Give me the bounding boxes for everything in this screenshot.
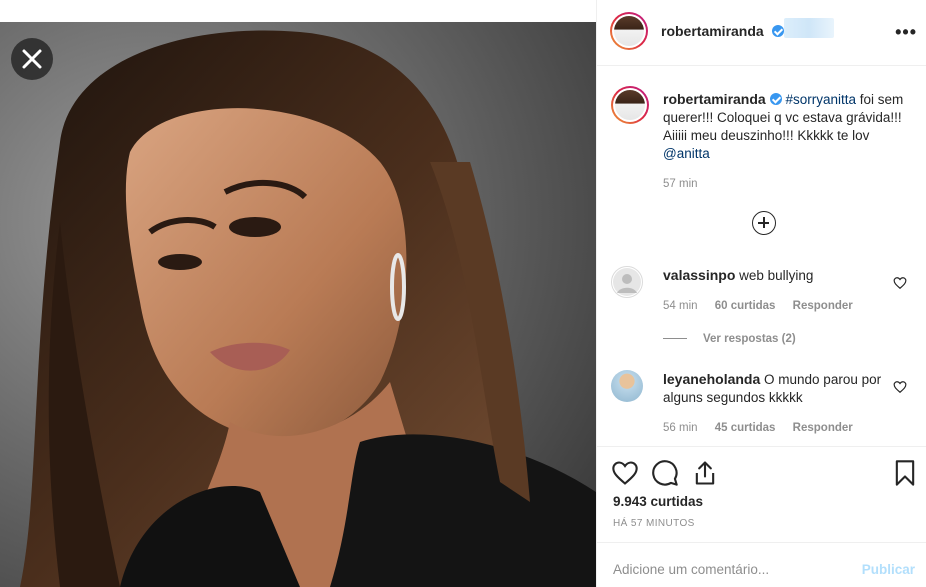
default-avatar-icon	[613, 268, 641, 296]
close-button[interactable]	[11, 38, 53, 80]
share-icon[interactable]	[691, 459, 719, 487]
comment-body: web bullying	[739, 268, 814, 283]
post-actions: 9.943 curtidas HÁ 57 MINUTOS	[597, 446, 926, 542]
reply-button[interactable]: Responder	[793, 422, 853, 434]
caption-text: robertamiranda #sorryanitta foi sem quer…	[663, 90, 918, 163]
add-comment-bar: Adicione um comentário... Publicar	[597, 542, 926, 587]
caption-avatar[interactable]	[611, 86, 649, 124]
mention-link[interactable]: @anitta	[663, 146, 710, 161]
view-replies-button[interactable]: Ver respostas (2)	[663, 333, 796, 345]
post-details-panel: robertamiranda • ••• robertamiranda #sor…	[596, 0, 926, 587]
post-header: robertamiranda • •••	[597, 0, 926, 66]
comment-avatar[interactable]	[611, 266, 643, 298]
author-username[interactable]: robertamiranda	[661, 23, 764, 39]
author-avatar[interactable]	[610, 12, 648, 50]
close-icon	[22, 49, 42, 69]
comment-username[interactable]: leyaneholanda	[663, 371, 760, 387]
comment-avatar[interactable]	[611, 370, 643, 402]
portrait-image	[0, 22, 596, 587]
plus-circle-icon[interactable]	[752, 211, 776, 235]
likes-count[interactable]: 9.943 curtidas	[613, 494, 703, 509]
comment-meta: 56 min 45 curtidas Responder	[663, 422, 867, 434]
comment-time: 56 min	[663, 422, 698, 434]
comment-username[interactable]: valassinpo	[663, 267, 735, 283]
post-modal: robertamiranda • ••• robertamiranda #sor…	[0, 0, 926, 587]
publish-button[interactable]: Publicar	[862, 562, 915, 577]
replies-divider	[663, 338, 687, 340]
heart-icon[interactable]	[611, 459, 639, 487]
bookmark-icon[interactable]	[891, 459, 919, 487]
caption-username[interactable]: robertamiranda	[663, 91, 766, 107]
comment-time: 54 min	[663, 300, 698, 312]
author-name-row: robertamiranda •	[661, 23, 797, 41]
comment-text: leyaneholanda O mundo parou por alguns s…	[663, 370, 883, 407]
hashtag-link[interactable]: #sorryanitta	[785, 92, 856, 107]
comment-heart-icon[interactable]	[893, 380, 907, 394]
verified-icon	[769, 93, 782, 105]
post-photo	[0, 22, 596, 587]
comment-icon[interactable]	[651, 459, 679, 487]
comment-likes[interactable]: 45 curtidas	[715, 422, 776, 434]
verified-icon	[772, 25, 785, 37]
comment-likes[interactable]: 60 curtidas	[715, 300, 776, 312]
more-options-icon[interactable]: •••	[895, 22, 917, 43]
comment-input[interactable]: Adicione um comentário...	[613, 562, 769, 577]
reply-button[interactable]: Responder	[793, 300, 853, 312]
posted-time: HÁ 57 MINUTOS	[613, 518, 695, 529]
comment-text: valassinpo web bullying	[663, 266, 883, 285]
comment-heart-icon[interactable]	[893, 276, 907, 290]
view-replies-label: Ver respostas (2)	[703, 333, 796, 345]
caption-time: 57 min	[663, 178, 698, 190]
follow-button-blurred[interactable]	[784, 18, 834, 38]
comment-meta: 54 min 60 curtidas Responder	[663, 300, 867, 312]
